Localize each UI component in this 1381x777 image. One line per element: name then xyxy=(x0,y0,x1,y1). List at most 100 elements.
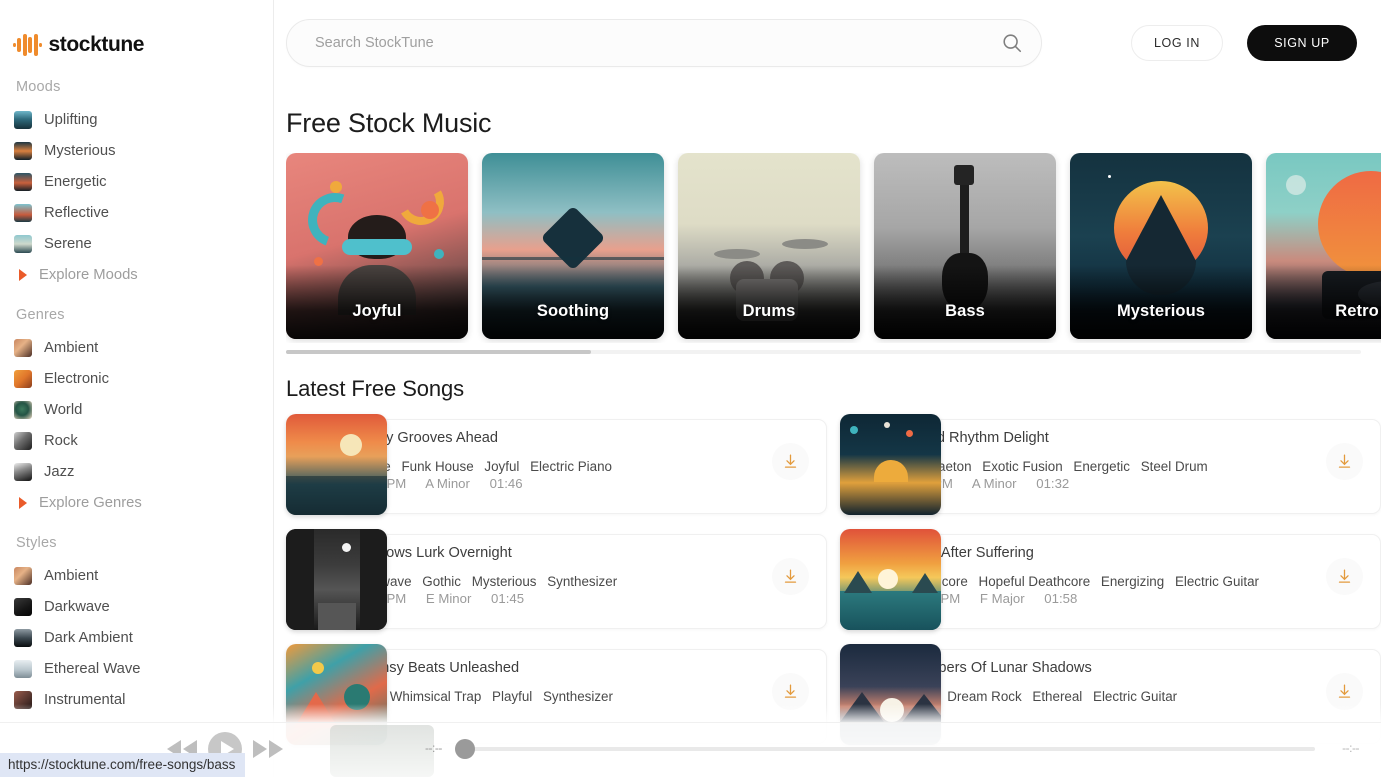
next-track-icon[interactable] xyxy=(251,734,285,764)
style-thumbnail-icon xyxy=(14,629,32,647)
song-row[interactable]: Shadows Lurk Overnight Darkwave Gothic M… xyxy=(286,529,827,634)
category-card-retro[interactable]: Retro xyxy=(1266,153,1381,339)
search-input[interactable] xyxy=(315,35,1001,51)
song-key: E Minor xyxy=(426,591,471,606)
sidebar-item-uplifting[interactable]: Uplifting xyxy=(14,104,273,135)
sidebar-item-dark-ambient[interactable]: Dark Ambient xyxy=(14,622,273,653)
song-tag[interactable]: Dream Rock xyxy=(947,689,1021,704)
song-title: Light After Suffering xyxy=(906,545,1311,561)
song-tag[interactable]: Electric Guitar xyxy=(1093,689,1177,704)
song-title: Whimsy Beats Unleashed xyxy=(352,660,757,676)
song-tag[interactable]: Playful xyxy=(492,689,532,704)
category-card-drums[interactable]: Drums xyxy=(678,153,860,339)
login-button[interactable]: LOG IN xyxy=(1131,25,1223,61)
song-tag[interactable]: Gothic xyxy=(422,574,461,589)
sidebar-explore-moods[interactable]: Explore Moods xyxy=(14,259,273,290)
song-meta: 135 BPM E Minor 01:45 xyxy=(352,591,757,606)
style-thumbnail-icon xyxy=(14,598,32,616)
song-tag[interactable]: Synthesizer xyxy=(547,574,617,589)
song-tags: Rock Dream Rock Ethereal Electric Guitar xyxy=(906,689,1311,704)
player-seek-track[interactable] xyxy=(455,747,1315,751)
song-tag[interactable]: Ethereal xyxy=(1032,689,1082,704)
song-cover-art[interactable] xyxy=(840,414,941,515)
sidebar-item-ambient-genre[interactable]: Ambient xyxy=(14,332,273,363)
sidebar-explore-genres[interactable]: Explore Genres xyxy=(14,487,273,518)
waveform-logo-icon xyxy=(13,33,42,57)
download-button[interactable] xyxy=(772,558,809,595)
song-tags: Reggaeton Exotic Fusion Energetic Steel … xyxy=(906,459,1311,474)
brand-logo[interactable]: stocktune xyxy=(0,0,273,62)
page-title: Free Stock Music xyxy=(286,108,1381,139)
sidebar-item-electronic[interactable]: Electronic xyxy=(14,363,273,394)
sidebar-item-energetic[interactable]: Energetic xyxy=(14,166,273,197)
download-icon xyxy=(782,568,799,585)
songs-section-title: Latest Free Songs xyxy=(286,376,1381,402)
song-info: Whispers Of Lunar Shadows Rock Dream Roc… xyxy=(906,660,1311,721)
sidebar-item-label: Darkwave xyxy=(44,599,110,615)
mood-thumbnail-icon xyxy=(14,111,32,129)
sidebar-item-ethereal-wave[interactable]: Ethereal Wave xyxy=(14,653,273,684)
song-tags: Trap Whimsical Trap Playful Synthesizer xyxy=(352,689,757,704)
song-tag[interactable]: Electric Guitar xyxy=(1175,574,1259,589)
song-tag[interactable]: Energetic xyxy=(1073,459,1130,474)
category-label: Retro xyxy=(1266,302,1381,321)
song-tags: Deathcore Hopeful Deathcore Energizing E… xyxy=(906,574,1311,589)
category-card-bass[interactable]: Bass xyxy=(874,153,1056,339)
search-bar[interactable] xyxy=(286,19,1042,67)
song-cover-art[interactable] xyxy=(286,414,387,515)
download-button[interactable] xyxy=(1326,558,1363,595)
now-playing-artwork xyxy=(330,725,434,777)
carousel-scrollbar-thumb[interactable] xyxy=(286,350,591,354)
song-cover-art[interactable] xyxy=(286,529,387,630)
song-tag[interactable]: Funk House xyxy=(401,459,473,474)
song-tag[interactable]: Energizing xyxy=(1101,574,1164,589)
song-tag[interactable]: Joyful xyxy=(484,459,519,474)
sidebar-item-serene[interactable]: Serene xyxy=(14,228,273,259)
sidebar-item-reflective[interactable]: Reflective xyxy=(14,197,273,228)
song-tag[interactable]: Mysterious xyxy=(472,574,537,589)
song-title: Sunny Grooves Ahead xyxy=(352,430,757,446)
category-carousel[interactable]: Joyful Soothing xyxy=(286,153,1381,343)
song-row[interactable]: Light After Suffering Deathcore Hopeful … xyxy=(840,529,1381,634)
genre-thumbnail-icon xyxy=(14,463,32,481)
song-row[interactable]: Sunny Grooves Ahead House Funk House Joy… xyxy=(286,414,827,519)
download-button[interactable] xyxy=(1326,673,1363,710)
download-icon xyxy=(782,453,799,470)
sidebar-item-label: Reflective xyxy=(44,205,109,221)
carousel-scrollbar-track[interactable] xyxy=(286,350,1361,354)
song-row[interactable]: Island Rhythm Delight Reggaeton Exotic F… xyxy=(840,414,1381,519)
category-label: Soothing xyxy=(482,302,664,321)
sidebar-item-rock[interactable]: Rock xyxy=(14,425,273,456)
search-icon[interactable] xyxy=(1001,32,1023,54)
download-button[interactable] xyxy=(1326,443,1363,480)
song-tag[interactable]: Hopeful Deathcore xyxy=(979,574,1091,589)
player-seek-handle[interactable] xyxy=(455,739,475,759)
sidebar-item-instrumental[interactable]: Instrumental xyxy=(14,684,273,715)
sidebar-item-mysterious[interactable]: Mysterious xyxy=(14,135,273,166)
song-info: Island Rhythm Delight Reggaeton Exotic F… xyxy=(906,430,1311,491)
signup-button[interactable]: SIGN UP xyxy=(1247,25,1357,61)
song-tag[interactable]: Electric Piano xyxy=(530,459,612,474)
song-key: F Major xyxy=(980,591,1025,606)
sidebar-item-label: Ethereal Wave xyxy=(44,661,141,677)
sidebar-item-darkwave[interactable]: Darkwave xyxy=(14,591,273,622)
song-title: Shadows Lurk Overnight xyxy=(352,545,757,561)
song-tag[interactable]: Whimsical Trap xyxy=(390,689,482,704)
song-cover-art[interactable] xyxy=(840,529,941,630)
category-card-joyful[interactable]: Joyful xyxy=(286,153,468,339)
player-current-time: --:-- xyxy=(425,741,442,755)
song-tag[interactable]: Synthesizer xyxy=(543,689,613,704)
song-tag[interactable]: Exotic Fusion xyxy=(982,459,1062,474)
sidebar-item-ambient-style[interactable]: Ambient xyxy=(14,560,273,591)
sidebar-item-world[interactable]: World xyxy=(14,394,273,425)
category-card-mysterious[interactable]: Mysterious xyxy=(1070,153,1252,339)
download-icon xyxy=(1336,568,1353,585)
download-button[interactable] xyxy=(772,673,809,710)
song-tags: Darkwave Gothic Mysterious Synthesizer xyxy=(352,574,757,589)
song-title: Whispers Of Lunar Shadows xyxy=(906,660,1311,676)
download-button[interactable] xyxy=(772,443,809,480)
category-label: Mysterious xyxy=(1070,302,1252,321)
song-tag[interactable]: Steel Drum xyxy=(1141,459,1208,474)
sidebar-item-jazz[interactable]: Jazz xyxy=(14,456,273,487)
category-card-soothing[interactable]: Soothing xyxy=(482,153,664,339)
